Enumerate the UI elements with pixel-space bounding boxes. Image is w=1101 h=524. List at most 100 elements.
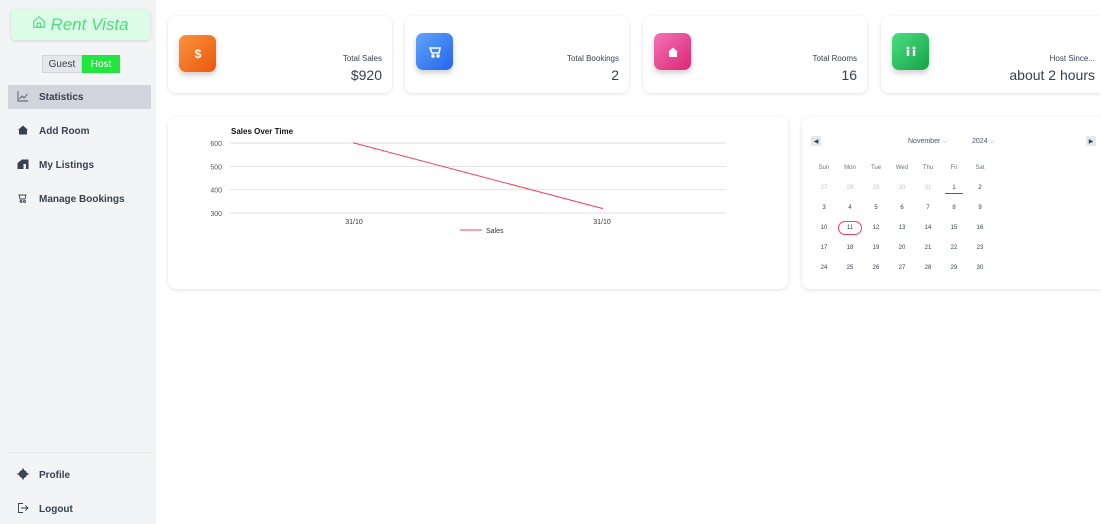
calendar-day[interactable]: 30: [889, 185, 915, 191]
sidebar-item-my-listings[interactable]: My Listings: [8, 153, 151, 177]
stat-label: Total Bookings: [566, 54, 619, 63]
sidebar-item-profile[interactable]: Profile: [8, 463, 151, 487]
sidebar-item-label: Statistics: [39, 91, 84, 103]
y-tick-label: 600: [210, 141, 222, 148]
y-tick-label: 500: [210, 164, 222, 171]
weekday-label: Wed: [895, 165, 909, 171]
calendar-day[interactable]: 12: [863, 225, 889, 231]
calendar-grid: Sun Mon Tue Wed Thu Fri Sat 27 28 29 30 31 1 2 3 4 5 6 7 8 9…: [811, 158, 993, 278]
calendar-week: 10 11 12 13 14 15 16: [811, 218, 993, 238]
sales-chart-card: Sales Over Time 300 400 500 600 31/10 31/10 Sal…: [168, 117, 788, 289]
calendar-day[interactable]: 16: [967, 225, 993, 231]
series-line-sales: [353, 142, 603, 209]
calendar-day[interactable]: 27: [811, 185, 837, 191]
calendar-day[interactable]: 31: [915, 185, 941, 191]
calendar-day[interactable]: 24: [811, 265, 837, 271]
sidebar-item-label: My Listings: [39, 159, 95, 171]
sidebar-item-label: Add Room: [39, 125, 90, 137]
calendar-day[interactable]: 2: [967, 185, 993, 191]
calendar-day[interactable]: 5: [863, 205, 889, 211]
dollar-icon: $: [179, 35, 216, 72]
calendar-day[interactable]: 6: [889, 205, 915, 211]
calendar-day[interactable]: 26: [863, 265, 889, 271]
calendar-day[interactable]: 11: [838, 221, 862, 235]
sidebar-item-logout[interactable]: Logout: [8, 497, 151, 521]
sidebar-divider: [8, 452, 151, 453]
calendar-day[interactable]: 30: [967, 265, 993, 271]
weekday-label: Fri: [950, 165, 958, 171]
sidebar-item-label: Profile: [39, 469, 71, 481]
sidebar: Rent Vista Guest Host Statistics Add Roo…: [0, 0, 156, 524]
home-icon: [654, 33, 691, 70]
x-tick-label: 31/10: [345, 219, 363, 226]
sidebar-item-manage-bookings[interactable]: Manage Bookings: [8, 187, 151, 211]
calendar-day[interactable]: 17: [811, 245, 837, 251]
sidebar-item-label: Manage Bookings: [39, 193, 125, 205]
calendar-week: 3456789: [811, 198, 993, 218]
chart-icon: [17, 90, 29, 105]
calendar-day[interactable]: 20: [889, 245, 915, 251]
calendar-day[interactable]: 28: [915, 265, 941, 271]
stat-label: Total Rooms: [812, 54, 857, 63]
calendar-day[interactable]: 21: [915, 245, 941, 251]
y-tick-label: 300: [210, 211, 222, 218]
calendar-day[interactable]: 27: [889, 265, 915, 271]
svg-text:$: $: [194, 47, 201, 61]
calendar-day[interactable]: 3: [811, 205, 837, 211]
calendar: ◀ November ⌵ 2024 ⌵ ▶ Sun Mon Tue Wed Thu Fri…: [802, 117, 1101, 289]
calendar-day[interactable]: 10: [811, 225, 837, 231]
x-tick-label: 31/10: [593, 219, 611, 226]
chevron-right-icon[interactable]: ▶: [1086, 136, 1096, 146]
data-point: [353, 142, 355, 144]
year-select[interactable]: 2024 ⌵: [972, 138, 995, 146]
chart-title: Sales Over Time: [231, 127, 294, 136]
stat-value: about 2 hours: [1009, 67, 1095, 83]
calendar-day[interactable]: 13: [889, 225, 915, 231]
calendar-day[interactable]: 1: [941, 185, 967, 194]
house-icon: [32, 15, 46, 34]
calendar-day[interactable]: 29: [941, 265, 967, 271]
role-toggle: Guest Host: [42, 55, 120, 73]
calendar-day[interactable]: 18: [837, 245, 863, 251]
calendar-day[interactable]: 25: [837, 265, 863, 271]
cart-icon: [416, 33, 453, 70]
chevron-left-icon[interactable]: ◀: [811, 136, 821, 146]
logo[interactable]: Rent Vista: [11, 9, 150, 40]
y-tick-label: 400: [210, 188, 222, 195]
sales-chart: Sales Over Time 300 400 500 600 31/10 31/10 Sal…: [210, 127, 726, 235]
guest-toggle-button[interactable]: Guest: [42, 55, 82, 73]
calendar-day[interactable]: 22: [941, 245, 967, 251]
sidebar-item-add-room[interactable]: Add Room: [8, 119, 151, 143]
calendar-day[interactable]: 23: [967, 245, 993, 251]
stat-card-total-bookings: Total Bookings 2: [405, 16, 629, 93]
calendar-day[interactable]: 29: [863, 185, 889, 191]
calendar-day[interactable]: 9: [967, 205, 993, 211]
weekday-header: Sun Mon Tue Wed Thu Fri Sat: [811, 158, 993, 178]
calendar-day[interactable]: 7: [915, 205, 941, 211]
stat-value: 16: [841, 67, 857, 83]
home-add-icon: [17, 124, 29, 139]
host-icon: [892, 33, 929, 70]
calendar-week: 17 18 19 20 21 22 23: [811, 238, 993, 258]
stat-value: $920: [350, 67, 382, 83]
calendar-day[interactable]: 28: [837, 185, 863, 191]
calendar-day[interactable]: 15: [941, 225, 967, 231]
month-select[interactable]: November ⌵: [908, 138, 948, 146]
logout-icon: [17, 502, 29, 517]
weekday-label: Thu: [922, 165, 934, 171]
sidebar-item-statistics[interactable]: Statistics: [8, 85, 151, 109]
calendar-day[interactable]: 4: [837, 205, 863, 211]
listings-icon: [17, 158, 29, 173]
stat-label: Total Sales: [342, 54, 382, 63]
calendar-week: 27 28 29 30 31 1 2: [811, 178, 993, 198]
host-toggle-button[interactable]: Host: [82, 55, 120, 73]
calendar-day[interactable]: 14: [915, 225, 941, 231]
stat-card-total-sales: $ Total Sales $920: [168, 16, 392, 93]
calendar-day[interactable]: 19: [863, 245, 889, 251]
weekday-label: Mon: [844, 165, 856, 171]
calendar-day[interactable]: 8: [941, 205, 967, 211]
bookings-icon: [17, 192, 29, 207]
weekday-label: Sat: [975, 165, 985, 171]
logo-text: Rent Vista: [50, 14, 129, 34]
weekday-label: Sun: [818, 165, 830, 171]
